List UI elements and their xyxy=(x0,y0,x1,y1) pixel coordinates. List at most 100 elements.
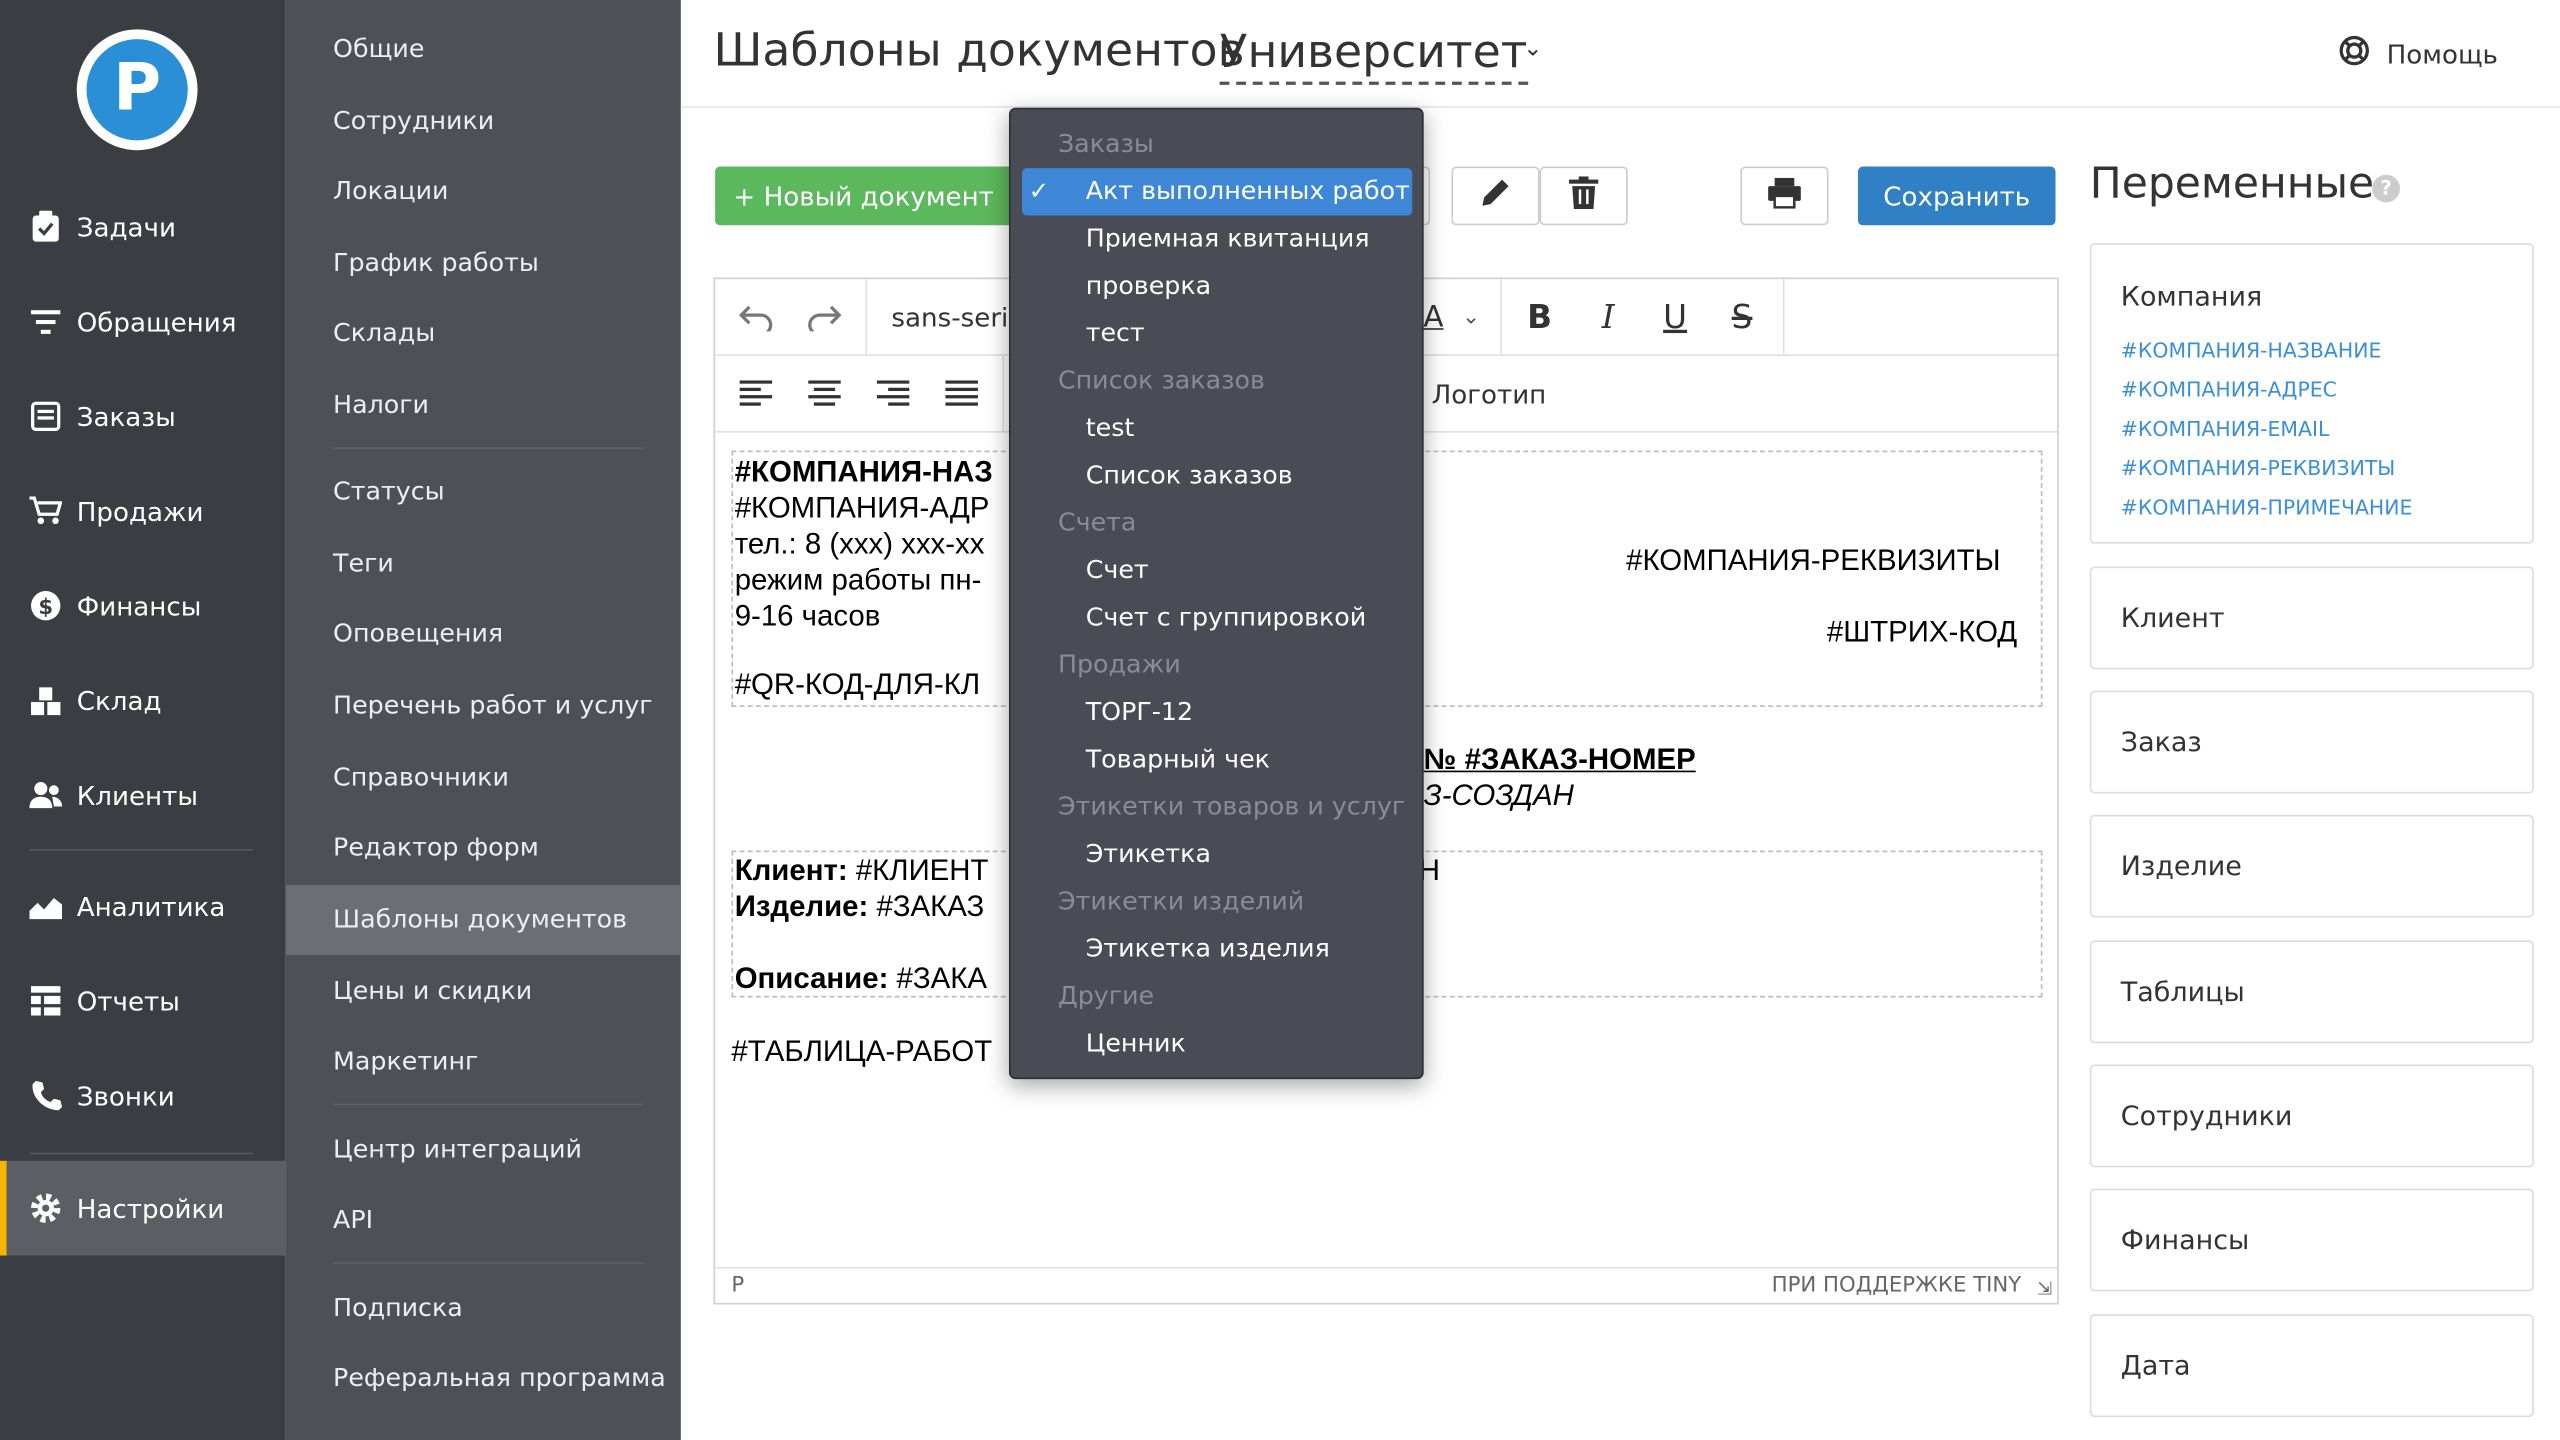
subnav-item[interactable]: Перечень работ и услуг xyxy=(286,673,681,738)
variables-section-panel[interactable]: Заказ xyxy=(2089,690,2534,794)
nav-item-orders[interactable]: Заказы xyxy=(0,376,286,458)
italic-icon[interactable]: I xyxy=(1576,279,1641,354)
nav-label: Обращения xyxy=(76,306,237,338)
subnav-item[interactable]: API xyxy=(286,1187,681,1252)
nav-divider xyxy=(29,848,254,851)
panel-title: Таблицы xyxy=(2120,976,2245,1008)
variables-section-panel[interactable]: Изделие xyxy=(2089,814,2534,918)
nav-item-finance[interactable]: $ Финансы xyxy=(0,565,286,647)
delete-button[interactable] xyxy=(1539,166,1628,226)
subnav-item[interactable]: График работы xyxy=(286,230,681,295)
dropdown-item[interactable]: Ценник xyxy=(1011,1020,1422,1067)
help-icon[interactable]: ? xyxy=(2372,174,2400,203)
dropdown-item-selected[interactable]: ✓ Акт выполненных работ xyxy=(1022,168,1413,216)
subnav-item[interactable]: Сотрудники xyxy=(286,88,681,153)
element-path[interactable]: P xyxy=(731,1273,744,1297)
subnav-item[interactable]: Теги xyxy=(286,531,681,596)
redo-icon[interactable] xyxy=(790,279,859,354)
nav-label: Продажи xyxy=(76,495,204,527)
dropdown-item[interactable]: тест xyxy=(1011,310,1422,357)
app-logo[interactable]: P xyxy=(76,29,198,151)
phone-line: тел.: 8 (xxx) xxx-xx xyxy=(734,527,985,560)
font-family-select[interactable]: sans-seri xyxy=(872,279,1019,354)
location-selector[interactable]: Университет xyxy=(1219,23,1528,85)
powered-by-tiny[interactable]: ПРИ ПОДДЕРЖКЕ TINY xyxy=(1772,1273,2022,1297)
dropdown-item[interactable]: ТОРГ-12 xyxy=(1011,689,1422,736)
save-button[interactable]: Сохранить xyxy=(1857,166,2056,226)
subnav-item[interactable]: Реферальная программа xyxy=(286,1345,681,1410)
description-label: Описание: xyxy=(734,961,889,995)
subnav-item[interactable]: Подписка xyxy=(286,1275,681,1340)
nav-item-warehouse[interactable]: Склад xyxy=(0,660,286,742)
description-line: Описание: #ЗАКА xyxy=(735,960,987,996)
toolbar-divider xyxy=(1782,279,1785,355)
nav-label: Настройки xyxy=(76,1192,225,1224)
subnav-item[interactable]: Локации xyxy=(286,158,681,223)
dropdown-item[interactable]: test xyxy=(1011,405,1422,452)
subnav-item-document-templates[interactable]: Шаблоны документов xyxy=(285,884,681,956)
page-header: Шаблоны документов Университет ⌄ Помощь xyxy=(680,0,2560,108)
subnav-item[interactable]: Цены и скидки xyxy=(286,958,681,1023)
subnav-item[interactable]: Общие xyxy=(286,16,681,81)
new-document-button[interactable]: + Новый документ xyxy=(715,166,1013,226)
logo-circle: P xyxy=(86,39,188,141)
subnav-item[interactable]: Справочники xyxy=(286,744,681,809)
subnav-divider xyxy=(333,447,644,449)
subnav-item[interactable]: Центр интеграций xyxy=(286,1117,681,1182)
variable-link[interactable]: #КОМПАНИЯ-РЕКВИЗИТЫ xyxy=(2121,456,2396,480)
align-left-icon[interactable] xyxy=(722,356,791,431)
subnav-item[interactable]: Статусы xyxy=(286,459,681,524)
variables-section-panel[interactable]: Сотрудники xyxy=(2089,1064,2534,1168)
dropdown-item[interactable]: Счет с группировкой xyxy=(1011,594,1422,641)
dropdown-item[interactable]: проверка xyxy=(1011,263,1422,310)
variables-section-panel[interactable]: Таблицы xyxy=(2089,940,2534,1044)
variable-link[interactable]: #КОМПАНИЯ-ПРИМЕЧАНИЕ xyxy=(2121,495,2413,519)
variable-link[interactable]: #КОМПАНИЯ-НАЗВАНИЕ xyxy=(2121,338,2382,362)
nav-item-clients[interactable]: Клиенты xyxy=(0,754,286,836)
variable-link[interactable]: #КОМПАНИЯ-EMAIL xyxy=(2121,416,2330,440)
variables-section-panel[interactable]: Клиент xyxy=(2089,566,2534,670)
nav-item-reports[interactable]: Отчеты xyxy=(0,960,286,1042)
nav-item-requests[interactable]: Обращения xyxy=(0,281,286,363)
nav-label: Финансы xyxy=(76,590,202,622)
underline-icon[interactable]: U xyxy=(1642,279,1707,354)
dropdown-item[interactable]: Этикетка изделия xyxy=(1011,926,1422,973)
dropdown-item[interactable]: Товарный чек xyxy=(1011,736,1422,783)
subnav-item[interactable]: Редактор форм xyxy=(286,815,681,880)
variables-section-panel[interactable]: Дата xyxy=(2089,1314,2534,1418)
align-right-icon[interactable] xyxy=(859,356,928,431)
help-link[interactable]: Помощь xyxy=(2338,34,2498,75)
print-button[interactable] xyxy=(1740,166,1829,226)
dropdown-group-label: Счета xyxy=(1057,507,1137,538)
settings-subnav: Общие Сотрудники Локации График работы С… xyxy=(285,0,681,1440)
chevron-down-icon[interactable]: ⌄ xyxy=(1453,279,1489,354)
subnav-item[interactable]: Склады xyxy=(286,300,681,365)
insert-logo-button[interactable]: Логотип xyxy=(1424,356,1555,431)
undo-icon[interactable] xyxy=(722,279,791,354)
panel-title: Финансы xyxy=(2120,1224,2250,1256)
dropdown-item[interactable]: Приемная квитанция xyxy=(1011,216,1422,263)
resize-handle-icon[interactable]: ⇲ xyxy=(2037,1278,2052,1299)
edit-button[interactable] xyxy=(1451,166,1540,226)
subnav-item[interactable]: Налоги xyxy=(286,372,681,437)
nav-item-sales[interactable]: Продажи xyxy=(0,470,286,552)
chevron-down-icon[interactable]: ⌄ xyxy=(1523,36,1542,62)
align-center-icon[interactable] xyxy=(790,356,859,431)
dropdown-item[interactable]: Счет xyxy=(1011,547,1422,594)
nav-item-tasks[interactable]: Задачи xyxy=(0,186,286,268)
bold-icon[interactable]: B xyxy=(1507,279,1572,354)
nav-item-calls[interactable]: Звонки xyxy=(0,1055,286,1137)
dropdown-item-label: Акт выполненных работ xyxy=(1085,176,1410,206)
variable-link[interactable]: #КОМПАНИЯ-АДРЕС xyxy=(2121,377,2337,401)
dropdown-item[interactable]: Список заказов xyxy=(1011,452,1422,499)
strikethrough-icon[interactable]: S xyxy=(1709,279,1774,354)
variables-section-panel[interactable]: Финансы xyxy=(2089,1188,2534,1292)
order-created-var: З-СОЗДАН xyxy=(1423,778,1574,812)
subnav-item[interactable]: Оповещения xyxy=(286,601,681,666)
nav-item-analytics[interactable]: Аналитика xyxy=(0,865,286,947)
nav-item-settings[interactable]: Настройки xyxy=(0,1160,286,1256)
align-justify-icon[interactable] xyxy=(927,356,996,431)
barcode-var: #ШТРИХ-КОД xyxy=(1826,615,2018,649)
dropdown-item[interactable]: Этикетка xyxy=(1011,831,1422,878)
subnav-item[interactable]: Маркетинг xyxy=(286,1029,681,1094)
